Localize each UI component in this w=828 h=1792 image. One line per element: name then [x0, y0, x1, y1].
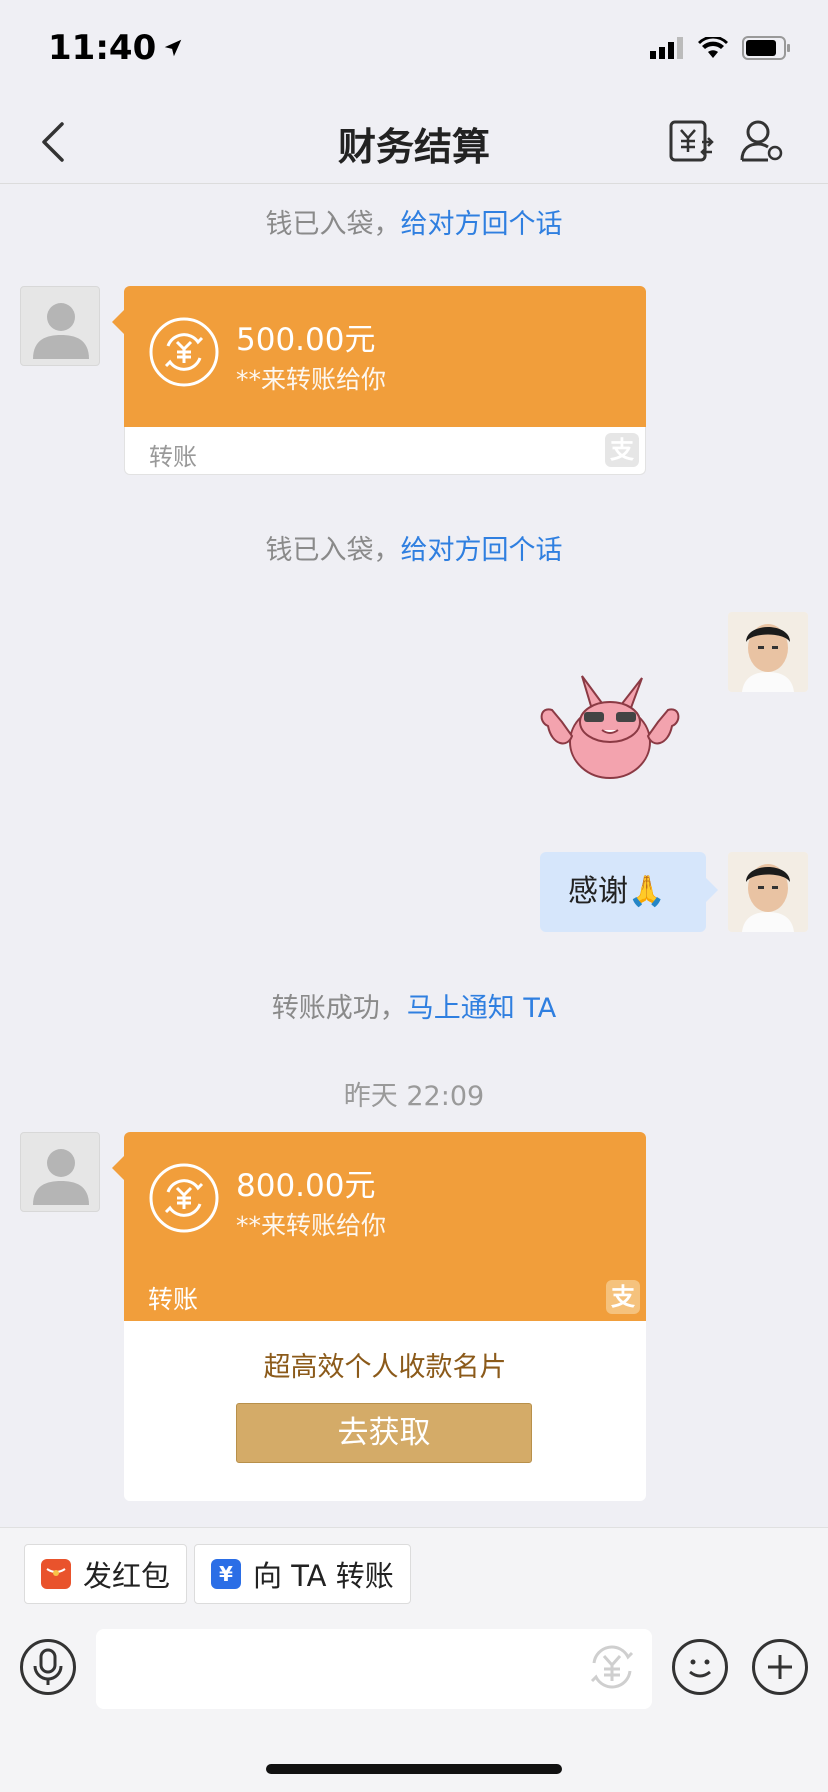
transfer-label: 转账	[148, 1285, 199, 1314]
home-indicator	[266, 1764, 562, 1774]
battery-icon	[742, 36, 790, 60]
transfer-card[interactable]: 800.00元 **来转账给你 转账 支 超高效个人收款名片 去获取	[112, 1132, 646, 1501]
microphone-icon[interactable]	[20, 1639, 76, 1695]
get-card-button[interactable]: 去获取	[236, 1403, 532, 1463]
transfer-amount: 800.00元	[236, 1168, 376, 1204]
transfer-label: 转账	[149, 443, 197, 471]
transfer-subtitle: **来转账给你	[236, 1211, 387, 1240]
default-avatar-icon	[33, 303, 89, 359]
transfer-subtitle: **来转账给你	[236, 365, 387, 394]
message-input[interactable]	[96, 1629, 652, 1709]
red-packet-label: 发红包	[83, 1559, 171, 1593]
transfer-card-header: 800.00元 **来转账给你 转账 支	[112, 1132, 646, 1321]
transfer-yuan-small-icon: ¥	[211, 1559, 241, 1589]
yuan-transfer-icon[interactable]	[668, 116, 714, 166]
transfer-card[interactable]: 500.00元 **来转账给你 转账 支	[112, 286, 646, 475]
status-time: 11:40	[48, 28, 184, 68]
red-packet-icon	[41, 1559, 71, 1589]
system-notice: 转账成功，马上通知 TA	[0, 986, 828, 1025]
self-avatar[interactable]	[728, 612, 808, 692]
alipay-icon: 支	[606, 1280, 640, 1314]
system-notice: 钱已入袋，给对方回个话	[0, 528, 828, 567]
person-settings-icon[interactable]	[738, 116, 784, 166]
red-packet-button[interactable]: 发红包	[24, 1544, 188, 1604]
default-avatar-icon	[33, 1149, 89, 1205]
notify-link[interactable]: 马上通知 TA	[407, 993, 556, 1024]
alipay-icon: 支	[605, 433, 639, 467]
promo-section: 超高效个人收款名片 去获取	[124, 1321, 646, 1501]
transfer-amount: 500.00元	[236, 322, 376, 358]
reply-link[interactable]: 给对方回个话	[401, 535, 563, 566]
transfer-yuan-input-icon[interactable]	[584, 1639, 640, 1695]
transfer-to-ta-button[interactable]: ¥ 向 TA 转账	[194, 1544, 411, 1604]
self-message-bubble[interactable]: 感谢🙏	[540, 852, 718, 932]
status-time-text: 11:40	[48, 28, 157, 68]
sender-avatar[interactable]	[20, 1132, 100, 1212]
status-bar: 11:40	[0, 0, 828, 100]
transfer-card-header: 500.00元 **来转账给你	[112, 286, 646, 427]
notice-text: 转账成功，	[271, 993, 407, 1024]
transfer-card-footer: 转账 支	[124, 427, 646, 475]
wifi-icon	[698, 37, 728, 58]
rabbit-thumbs-up-sticker[interactable]	[532, 666, 688, 796]
plus-icon[interactable]	[752, 1639, 808, 1695]
nav-bar: 财务结算	[0, 100, 828, 184]
location-arrow-icon	[164, 39, 182, 57]
signal-icon	[650, 37, 683, 59]
reply-link[interactable]: 给对方回个话	[401, 209, 563, 240]
notice-text: 钱已入袋，	[265, 535, 401, 566]
transfer-to-ta-label: 向 TA 转账	[253, 1559, 394, 1593]
status-icons	[650, 36, 792, 60]
system-notice: 钱已入袋，给对方回个话	[0, 202, 828, 241]
sender-avatar[interactable]	[20, 286, 100, 366]
message-timestamp: 昨天 22:09	[343, 1081, 485, 1112]
quick-actions-bar: 发红包 ¥ 向 TA 转账	[0, 1527, 828, 1615]
transfer-yuan-icon	[149, 1163, 219, 1233]
self-avatar[interactable]	[728, 852, 808, 932]
user-photo-icon	[728, 612, 808, 692]
promo-text: 超高效个人收款名片	[263, 1352, 507, 1383]
emoji-icon[interactable]	[672, 1639, 728, 1695]
user-photo-icon	[728, 852, 808, 932]
transfer-yuan-icon	[149, 317, 219, 387]
notice-text: 钱已入袋，	[265, 209, 401, 240]
